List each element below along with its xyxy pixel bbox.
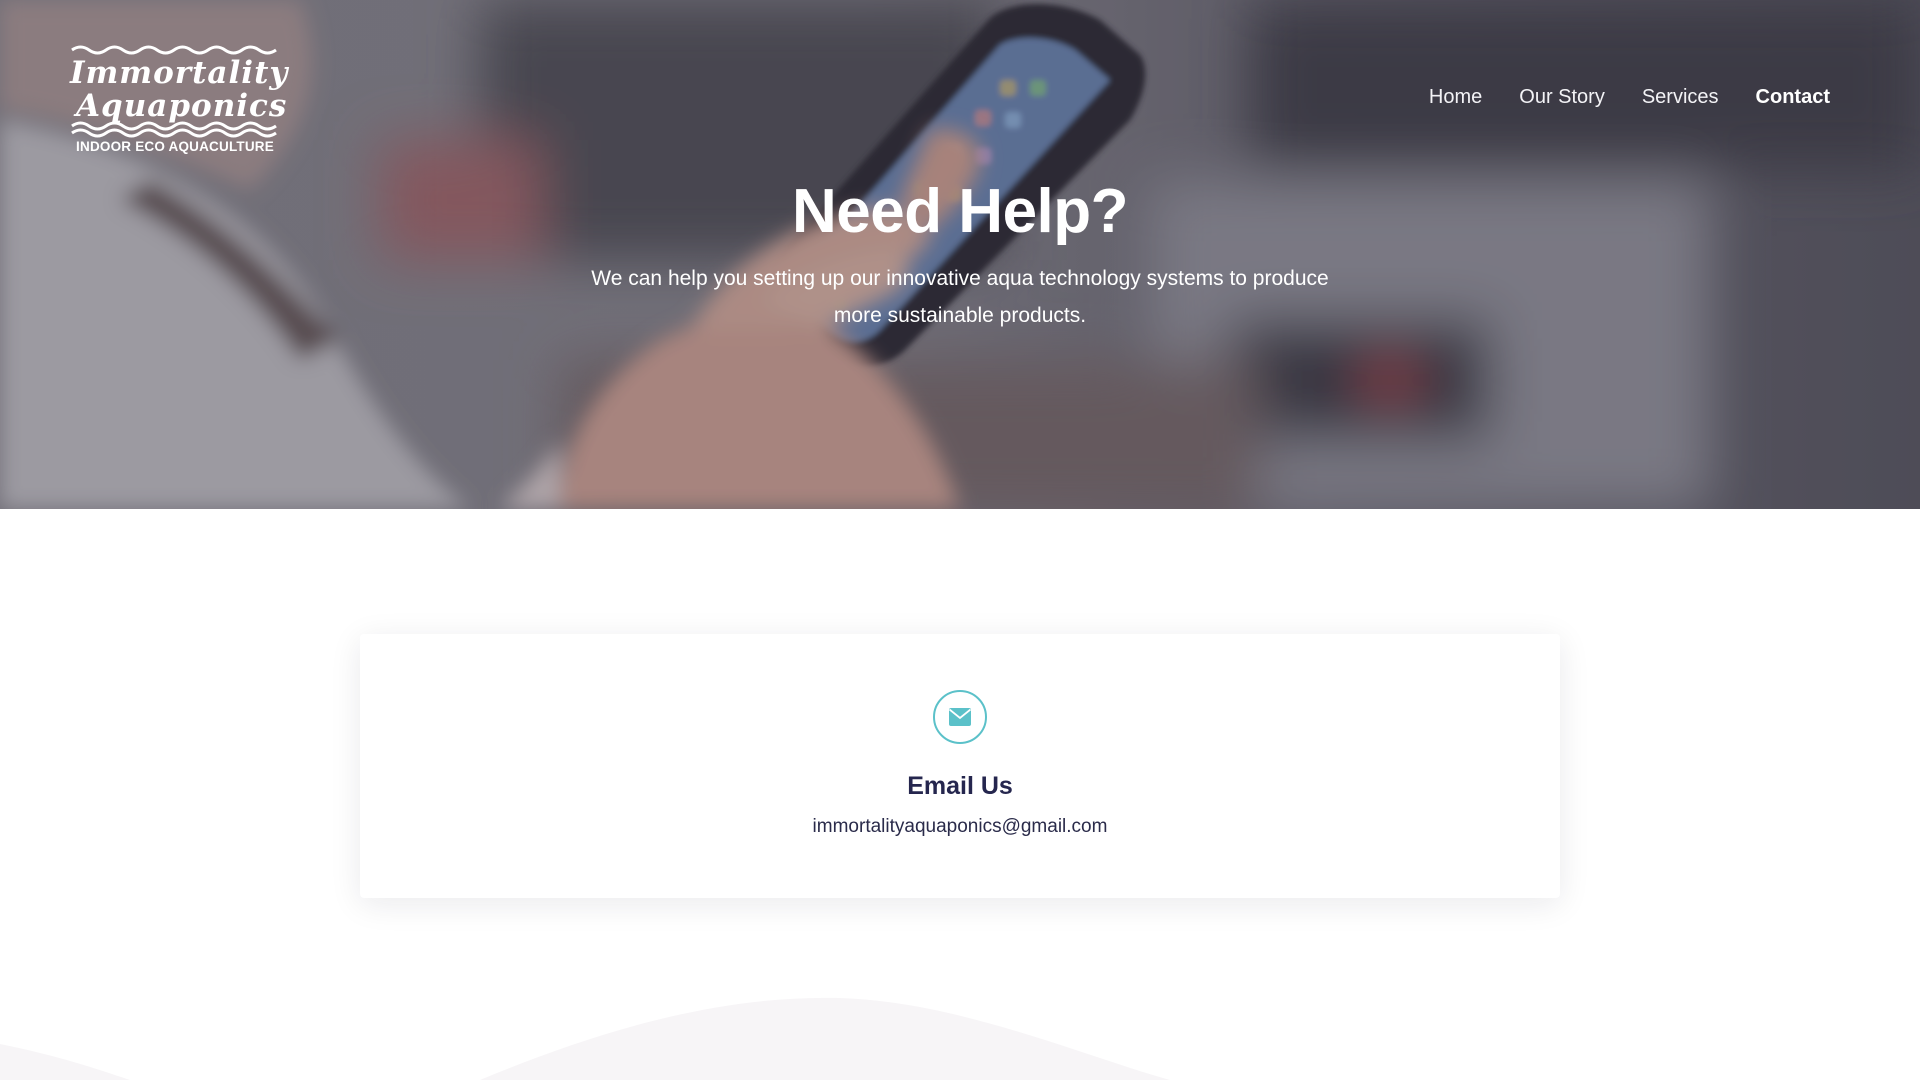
nav-item-services[interactable]: Services: [1642, 86, 1719, 109]
email-us-heading: Email Us: [907, 772, 1013, 800]
bottom-decorative-wave: [0, 997, 1170, 1080]
nav-item-our-story[interactable]: Our Story: [1519, 86, 1605, 109]
logo-tagline: INDOOR ECO AQUACULTURE: [76, 139, 274, 154]
hero-overlay: [0, 0, 1920, 509]
hero-subtitle: We can help you setting up our innovativ…: [591, 267, 1329, 327]
nav-item-home[interactable]: Home: [1429, 86, 1482, 109]
envelope-icon: [933, 690, 987, 744]
email-contact-card: Email Us immortalityaquaponics@gmail.com: [360, 634, 1560, 898]
hero-title: Need Help?: [791, 177, 1129, 246]
email-address-link[interactable]: immortalityaquaponics@gmail.com: [360, 814, 1560, 840]
brand-logo[interactable]: Immortality Aquaponics INDOOR ECO AQUACU…: [70, 44, 289, 156]
logo-wordmark-line1: Immortality: [70, 55, 289, 91]
main-nav: Home Our Story Services Contact: [1429, 86, 1830, 109]
logo-wordmark-line2: Aquaponics: [76, 88, 288, 124]
nav-item-contact[interactable]: Contact: [1756, 86, 1830, 109]
hero-banner: Immortality Aquaponics INDOOR ECO AQUACU…: [0, 0, 1920, 509]
